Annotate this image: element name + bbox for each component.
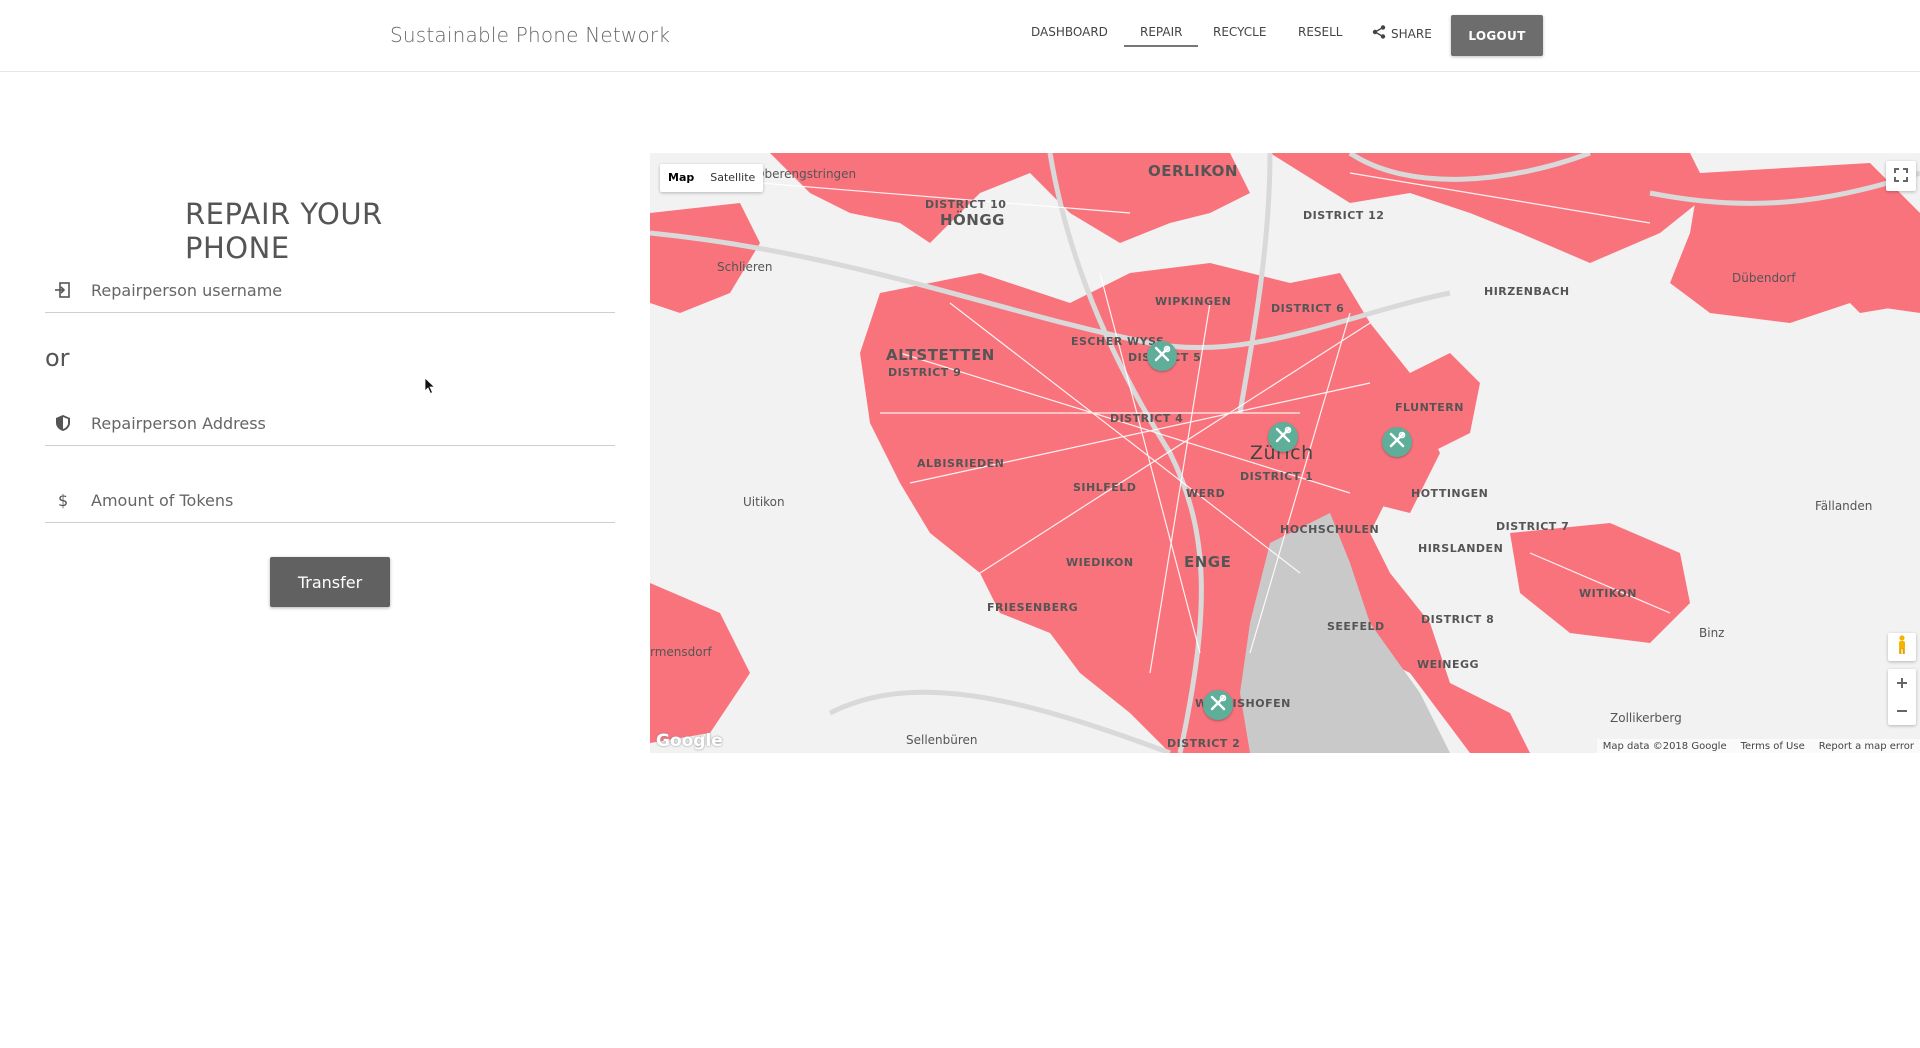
map-label: DISTRICT 4 bbox=[1110, 412, 1184, 425]
map-label: FRIESENBERG bbox=[987, 601, 1079, 614]
street-view-button[interactable] bbox=[1888, 633, 1916, 661]
zoom-out-button[interactable] bbox=[1896, 697, 1908, 725]
page-title: REPAIR YOUR PHONE bbox=[185, 197, 383, 265]
nav-share-label: SHARE bbox=[1391, 26, 1432, 41]
map-type-satellite-button[interactable]: Satellite bbox=[702, 164, 763, 192]
zoom-in-button[interactable] bbox=[1896, 669, 1908, 697]
map-type-map-button[interactable]: Map bbox=[660, 164, 702, 192]
brand-title[interactable]: Sustainable Phone Network bbox=[390, 23, 670, 47]
minus-icon bbox=[1896, 702, 1908, 721]
username-field bbox=[45, 268, 615, 313]
map-label: DISTRICT 12 bbox=[1303, 209, 1385, 222]
map-label: WERD bbox=[1186, 487, 1226, 500]
map-label: HÖNGG bbox=[940, 211, 1005, 229]
map-label: DISTRICT 2 bbox=[1167, 737, 1241, 750]
share-icon bbox=[1372, 25, 1386, 42]
map-label: DISTRICT 8 bbox=[1421, 613, 1495, 626]
shield-icon bbox=[49, 414, 77, 432]
map-type-control: Map Satellite bbox=[660, 164, 764, 192]
tokens-field: $ bbox=[45, 478, 615, 523]
nav-repair[interactable]: REPAIR bbox=[1124, 25, 1199, 47]
map-label: rmensdorf bbox=[650, 645, 712, 659]
nav-share[interactable]: SHARE bbox=[1372, 25, 1432, 42]
map-label: WITIKON bbox=[1579, 587, 1637, 600]
map-label: SIHLFELD bbox=[1073, 481, 1137, 494]
mouse-cursor-icon bbox=[424, 377, 436, 399]
nav-dashboard[interactable]: DASHBOARD bbox=[1031, 25, 1108, 39]
map-data-text: Map data ©2018 Google bbox=[1602, 740, 1727, 752]
map-label: DISTRICT 7 bbox=[1496, 520, 1570, 533]
map-label: HIRSLANDEN bbox=[1418, 542, 1504, 555]
map-label: ALTSTETTEN bbox=[886, 346, 995, 364]
repair-shop-marker[interactable] bbox=[1382, 427, 1412, 457]
address-input[interactable] bbox=[89, 412, 593, 434]
plus-icon bbox=[1896, 674, 1908, 693]
wrench-screwdriver-icon bbox=[1208, 693, 1228, 717]
google-logo: Google bbox=[656, 731, 723, 751]
map-label: DISTRICT 10 bbox=[925, 198, 1007, 211]
logout-button[interactable]: LOGOUT bbox=[1451, 15, 1543, 56]
map-label: Oberengstringen bbox=[755, 167, 857, 181]
top-navbar: Sustainable Phone Network DASHBOARD REPA… bbox=[0, 0, 1920, 72]
map-label: ALBISRIEDEN bbox=[917, 457, 1005, 470]
map-label: WIEDIKON bbox=[1066, 556, 1134, 569]
transfer-button[interactable]: Transfer bbox=[270, 557, 390, 607]
map-label: Zollikerberg bbox=[1610, 711, 1682, 725]
nav-recycle[interactable]: RECYCLE bbox=[1213, 25, 1266, 39]
address-field bbox=[45, 401, 615, 446]
map-label: Sellenbüren bbox=[906, 733, 978, 747]
map-label: DISTRICT 9 bbox=[888, 366, 962, 379]
wrench-screwdriver-icon bbox=[1152, 344, 1172, 368]
or-separator: or bbox=[45, 344, 70, 372]
wrench-screwdriver-icon bbox=[1387, 430, 1407, 454]
fullscreen-icon bbox=[1894, 167, 1908, 186]
map-label: HOCHSCHULEN bbox=[1280, 523, 1380, 536]
map-label: DISTRICT 1 bbox=[1240, 470, 1314, 483]
map-label: Binz bbox=[1699, 626, 1725, 640]
map-label: WIPKINGEN bbox=[1155, 295, 1232, 308]
zoom-control bbox=[1888, 669, 1916, 725]
map-label: FLUNTERN bbox=[1395, 401, 1464, 414]
map-attribution: Map data ©2018 Google Terms of Use Repor… bbox=[1596, 739, 1920, 753]
nav-resell[interactable]: RESELL bbox=[1298, 25, 1343, 39]
map-label: HIRZENBACH bbox=[1484, 285, 1570, 298]
map-label: HOTTINGEN bbox=[1411, 487, 1489, 500]
map-label: Dübendorf bbox=[1732, 271, 1796, 285]
repair-shop-marker[interactable] bbox=[1147, 341, 1177, 371]
map-label: OERLIKON bbox=[1148, 162, 1238, 180]
dollar-icon: $ bbox=[49, 491, 77, 509]
login-icon bbox=[49, 281, 77, 299]
fullscreen-button[interactable] bbox=[1886, 161, 1916, 191]
repair-shop-marker[interactable] bbox=[1268, 422, 1298, 452]
map-label: Schlieren bbox=[717, 260, 773, 274]
map-label: DISTRICT 6 bbox=[1271, 302, 1345, 315]
svg-text:$: $ bbox=[58, 491, 68, 509]
map-label: SEEFELD bbox=[1327, 620, 1385, 633]
pegman-icon bbox=[1896, 635, 1908, 659]
map-label: ENGE bbox=[1184, 553, 1232, 571]
tokens-input[interactable] bbox=[89, 489, 593, 511]
wrench-screwdriver-icon bbox=[1273, 425, 1293, 449]
username-input[interactable] bbox=[89, 279, 593, 301]
map-view[interactable]: OERLIKON DISTRICT 10 HÖNGG DISTRICT 12 O… bbox=[650, 153, 1920, 753]
report-error-link[interactable]: Report a map error bbox=[1819, 741, 1914, 752]
terms-link[interactable]: Terms of Use bbox=[1741, 741, 1805, 752]
map-label: Uitikon bbox=[743, 495, 785, 509]
map-label: WEINEGG bbox=[1417, 658, 1480, 671]
repair-shop-marker[interactable] bbox=[1203, 690, 1233, 720]
map-label: Fällanden bbox=[1815, 499, 1873, 513]
